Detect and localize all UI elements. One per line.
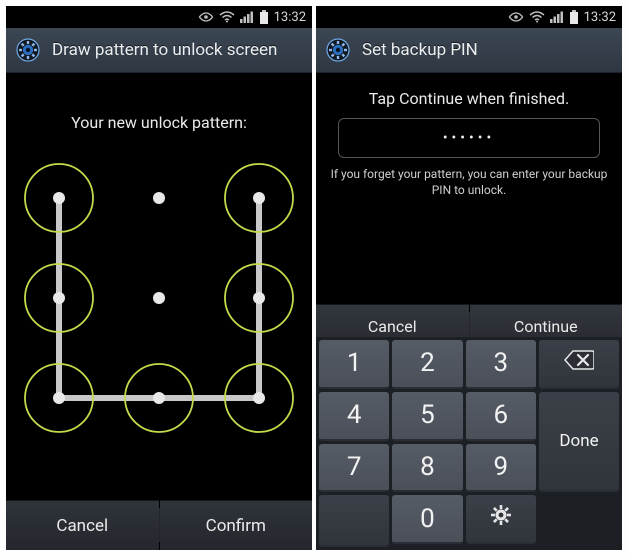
status-clock: 13:32 xyxy=(274,10,306,25)
key-0[interactable]: 0 xyxy=(392,495,462,544)
key-9[interactable]: 9 xyxy=(466,444,536,493)
confirm-button[interactable]: Confirm xyxy=(160,500,313,550)
phone-backup-pin-screen: 13:32 xyxy=(316,6,622,550)
pattern-button-row: Cancel Confirm xyxy=(6,500,312,550)
signal-icon xyxy=(240,11,254,23)
battery-icon xyxy=(569,10,579,24)
settings-header: Draw pattern to unlock screen xyxy=(6,28,312,73)
phone-pattern-screen: 13:32 xyxy=(6,6,312,550)
settings-header: Set backup PIN xyxy=(316,28,622,73)
key-done[interactable]: Done xyxy=(539,392,619,493)
pattern-grid[interactable] xyxy=(19,158,299,438)
key-6[interactable]: 6 xyxy=(466,392,536,441)
wifi-icon xyxy=(529,11,545,23)
key-2[interactable]: 2 xyxy=(392,340,462,389)
key-backspace[interactable] xyxy=(539,340,619,389)
status-bar: 13:32 xyxy=(316,6,622,28)
eye-icon xyxy=(508,11,524,23)
signal-icon xyxy=(550,11,564,23)
status-bar: 13:32 xyxy=(6,6,312,28)
cancel-button[interactable]: Cancel xyxy=(6,500,159,550)
key-7[interactable]: 7 xyxy=(319,444,389,493)
numeric-keypad: 1 2 3 4 5 6 Done 7 8 9 0 xyxy=(316,337,622,550)
wifi-icon xyxy=(219,11,235,23)
key-8[interactable]: 8 xyxy=(392,444,462,493)
pattern-svg xyxy=(19,158,299,438)
backup-pin-hint: If you forget your pattern, you can ente… xyxy=(316,166,622,198)
pin-mask: •••••• xyxy=(443,130,495,146)
settings-icon xyxy=(324,36,352,64)
battery-icon xyxy=(259,10,269,24)
header-title: Draw pattern to unlock screen xyxy=(52,40,304,60)
pin-input[interactable]: •••••• xyxy=(338,118,600,158)
key-1[interactable]: 1 xyxy=(319,340,389,389)
settings-icon xyxy=(14,36,42,64)
pin-prompt: Tap Continue when finished. xyxy=(316,89,622,108)
gear-icon xyxy=(489,503,513,534)
backspace-icon xyxy=(564,348,594,378)
pattern-prompt: Your new unlock pattern: xyxy=(6,113,312,132)
key-4[interactable]: 4 xyxy=(319,392,389,441)
key-5[interactable]: 5 xyxy=(392,392,462,441)
status-clock: 13:32 xyxy=(584,10,616,25)
key-settings[interactable] xyxy=(466,495,536,544)
key-3[interactable]: 3 xyxy=(466,340,536,389)
header-title: Set backup PIN xyxy=(362,40,614,60)
key-blank xyxy=(319,495,389,547)
eye-icon xyxy=(198,11,214,23)
